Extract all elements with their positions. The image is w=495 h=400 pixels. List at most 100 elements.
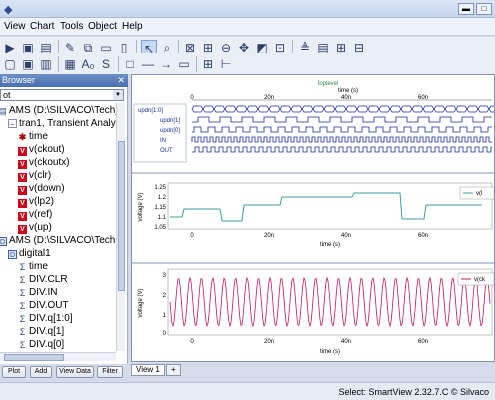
analog2-xtick-0: 0 xyxy=(190,339,194,345)
signal-label-3[interactable]: IN xyxy=(160,138,166,144)
line-icon[interactable]: — xyxy=(140,56,156,72)
image-icon[interactable]: ▣ xyxy=(20,56,36,72)
tree-node-label: AMS (D:\SILVACO\Tech_N xyxy=(9,105,116,116)
browser-title: Browser xyxy=(2,75,36,85)
analog1-xtick-0: 0 xyxy=(190,233,194,239)
tree-node-label: v(up) xyxy=(29,222,52,233)
analog1-ytick-0: 1.25 xyxy=(154,185,166,191)
tree-node[interactable]: Σ DIV.q[0] xyxy=(18,337,65,351)
tree-node-label: v(ckoutx) xyxy=(29,157,70,168)
digital-xlabel: time (s) xyxy=(338,88,358,94)
analog2-ytick-2: 1 xyxy=(163,313,167,319)
chevron-down-icon[interactable]: ▼ xyxy=(113,90,123,100)
signal-icon: Σ xyxy=(19,340,26,350)
analog1-ytick-4: 1.05 xyxy=(154,225,166,231)
signal-label-1[interactable]: updn[1] xyxy=(160,118,180,124)
time-icon: ✱ xyxy=(18,132,27,142)
analog2-xtick-1: 20n xyxy=(264,339,274,345)
close-icon[interactable]: ✕ xyxy=(117,74,125,87)
browser-panel: Browser ✕ ot ▼ ▤AMS (D:\SILVACO\Tech_N −tra… xyxy=(0,74,128,364)
dataset-select[interactable]: ot ▼ xyxy=(0,89,124,101)
tree-node-label: tran1, Transient Analysis xyxy=(19,118,116,129)
analog1-ytick-2: 1.15 xyxy=(154,205,166,211)
menu-chart[interactable]: Chart xyxy=(30,21,54,32)
analog1-legend-label: v(l xyxy=(476,191,482,197)
text-box-icon[interactable]: ▭ xyxy=(176,56,192,72)
new-chart-icon[interactable]: ▢ xyxy=(2,56,18,72)
tree-node-label: DIV.IN xyxy=(29,287,58,298)
scale-icon[interactable]: S xyxy=(98,56,114,72)
analog2-xtick-2: 40n xyxy=(341,339,351,345)
tree-node-label: AMS (D:\SILVACO\Tech xyxy=(9,235,116,246)
signal-icon: Σ xyxy=(19,275,26,285)
menu-view[interactable]: View xyxy=(4,21,26,32)
tree-node-label: DIV.q[1:0] xyxy=(29,313,73,324)
tree-vertical-scrollbar[interactable] xyxy=(116,103,125,351)
analog2-ytick-0: 3 xyxy=(163,273,167,279)
digital-tick-2: 40n xyxy=(341,95,351,101)
add-button[interactable]: Add xyxy=(30,366,52,378)
analog1-xlabel: time (s) xyxy=(320,242,340,248)
waveform-canvas[interactable]: toplevel time (s) 0 20n 40n 60n updn[1:0… xyxy=(132,75,495,362)
tree-node-label: v(down) xyxy=(29,183,65,194)
digital-trace xyxy=(191,136,492,143)
signal-label-4[interactable]: OUT xyxy=(160,148,173,154)
grid-view-icon[interactable]: ▦ xyxy=(62,56,78,72)
menu-tools[interactable]: Tools xyxy=(60,21,83,32)
font-icon[interactable]: A₀ xyxy=(80,56,96,72)
analog2-ytick-3: 0 xyxy=(163,331,167,337)
digital-panel xyxy=(132,75,494,173)
scroll-thumb[interactable] xyxy=(118,141,125,291)
analog1-xtick-3: 60n xyxy=(418,233,428,239)
collapse-icon: − xyxy=(8,119,17,129)
app-icon: ◆ xyxy=(4,4,13,16)
scroll-thumb[interactable] xyxy=(4,354,64,361)
tree-node-label: time xyxy=(29,131,48,142)
analog2-ylabel: voltage (V) xyxy=(138,288,144,317)
signal-icon: Σ xyxy=(19,327,26,337)
bar-chart-icon[interactable]: ▥ xyxy=(38,56,54,72)
tree-node-label: v(lp2) xyxy=(29,196,55,207)
folder-icon: ▤ xyxy=(0,106,7,116)
analog1-ytick-1: 1.2 xyxy=(158,195,167,201)
analog2-xtick-3: 60n xyxy=(418,339,428,345)
measure-icon[interactable]: ⊢ xyxy=(218,56,234,72)
tree-horizontal-scrollbar[interactable] xyxy=(0,352,116,361)
analog1-ytick-3: 1.1 xyxy=(158,215,167,221)
signal-label-2[interactable]: updn[0] xyxy=(160,128,180,134)
signal-icon: Σ xyxy=(19,288,26,298)
analog1-ylabel: voltage (V) xyxy=(138,192,144,221)
maximize-button[interactable]: □ xyxy=(476,3,492,15)
arrow-icon[interactable]: → xyxy=(158,56,174,72)
tree-node-label: DIV.CLR xyxy=(29,274,68,285)
title-bar: ◆ ▬ □ xyxy=(0,0,495,18)
tree-node-label: v(ref) xyxy=(29,209,53,220)
browser-header: Browser ✕ xyxy=(0,74,128,87)
plot-button[interactable]: Plot xyxy=(2,366,26,378)
tree-node-label: digital1 xyxy=(19,248,51,259)
menu-help[interactable]: Help xyxy=(122,21,143,32)
tree-node-label: v(ckout) xyxy=(29,144,65,155)
minimize-button[interactable]: ▬ xyxy=(458,3,474,15)
toolbar-separator xyxy=(58,56,59,72)
rect-icon[interactable]: □ xyxy=(122,56,138,72)
signal-icon: Σ xyxy=(19,314,26,324)
tab-view-1[interactable]: View 1 xyxy=(131,364,165,376)
analog2-legend-label: v(ck xyxy=(474,277,486,283)
digital-title: toplevel xyxy=(318,81,339,87)
add-tab-button[interactable]: + xyxy=(166,364,181,376)
waveform-view[interactable]: toplevel time (s) 0 20n 40n 60n updn[1:0… xyxy=(131,74,495,362)
signal-icon: Σ xyxy=(19,262,26,272)
status-text: Select: SmartView 2.32.7.C © Silvaco xyxy=(338,387,489,397)
tree-node-label: DIV.q[0] xyxy=(29,339,65,350)
toolbar-second: ▢ ▣ ▥ ▦ A₀ S □ — → ▭ ⊞ ⊢ xyxy=(0,53,495,75)
menu-object[interactable]: Object xyxy=(88,21,117,32)
tree-node-label: time xyxy=(29,261,48,272)
analog1-plot-frame xyxy=(167,182,493,230)
toolbar-separator xyxy=(118,56,119,72)
filter-button[interactable]: Filter xyxy=(97,366,123,378)
view-data-button[interactable]: View Data xyxy=(56,366,94,378)
dataset-icon: D xyxy=(8,250,17,259)
signal-label-0[interactable]: updn[1:0] xyxy=(138,108,163,114)
calc-icon[interactable]: ⊞ xyxy=(200,56,216,72)
